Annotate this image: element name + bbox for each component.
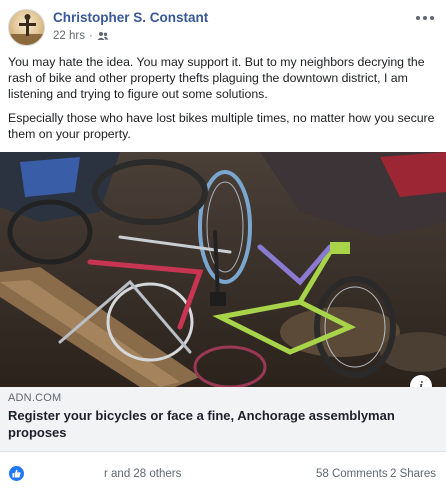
reactions-count[interactable]: r and 28 others bbox=[104, 468, 181, 480]
comments-count[interactable]: 58 Comments bbox=[316, 468, 388, 480]
shares-count[interactable]: 2 Shares bbox=[390, 468, 436, 480]
like-reaction-icon[interactable] bbox=[9, 466, 24, 481]
author-avatar[interactable] bbox=[8, 9, 45, 46]
more-options-icon[interactable] bbox=[416, 12, 436, 24]
friends-icon[interactable] bbox=[97, 31, 109, 41]
post-paragraph: You may hate the idea. You may support i… bbox=[8, 55, 425, 101]
post-footer: r and 28 others 58 Comments 2 Shares bbox=[0, 452, 446, 494]
author-name[interactable]: Christopher S. Constant bbox=[53, 10, 208, 25]
link-preview[interactable]: ADN.COM Register your bicycles or face a… bbox=[0, 387, 446, 452]
post-paragraph: Especially those who have lost bikes mul… bbox=[8, 111, 435, 141]
post-meta: 22 hrs · bbox=[53, 30, 109, 42]
post-time[interactable]: 22 hrs bbox=[53, 30, 85, 42]
post-body: You may hate the idea. You may support i… bbox=[8, 54, 440, 150]
post-header: Christopher S. Constant 22 hrs · bbox=[0, 0, 446, 50]
link-headline[interactable]: Register your bicycles or face a fine, A… bbox=[8, 407, 428, 441]
meta-separator: · bbox=[88, 30, 93, 42]
link-domain: ADN.COM bbox=[8, 392, 62, 404]
link-preview-image[interactable] bbox=[0, 152, 446, 387]
facebook-post: Christopher S. Constant 22 hrs · You may… bbox=[0, 0, 446, 494]
